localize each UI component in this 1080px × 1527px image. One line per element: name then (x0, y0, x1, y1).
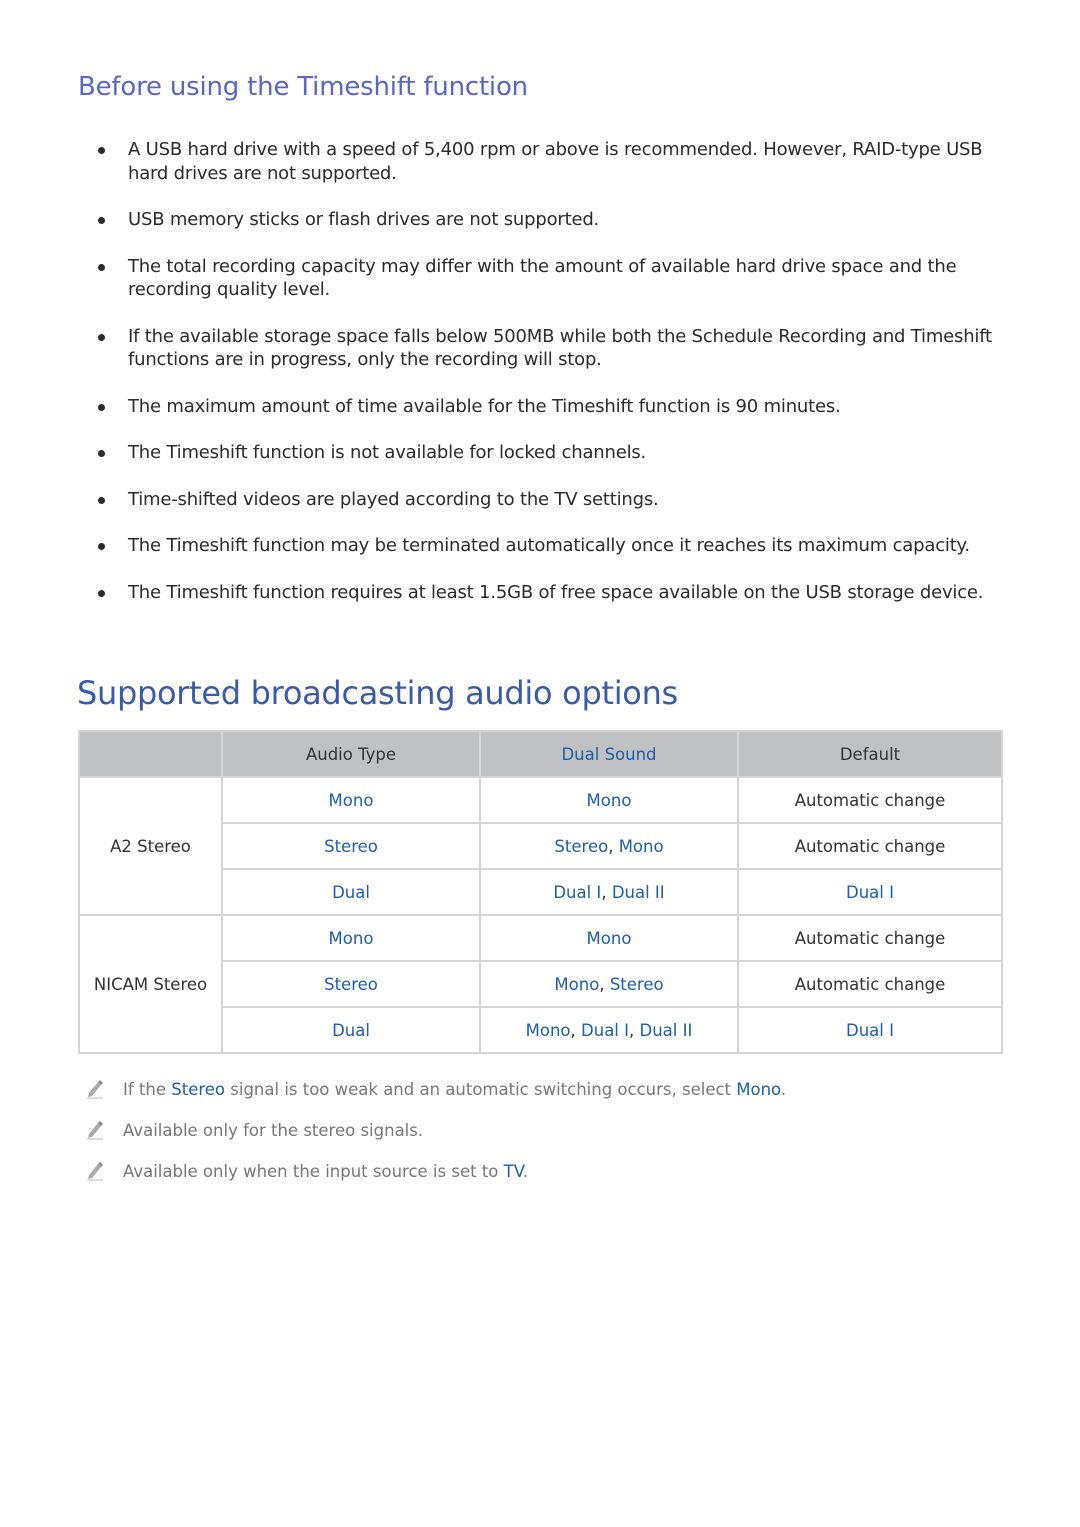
bullet-item: The Timeshift function may be terminated… (96, 534, 996, 558)
header-dual-sound: Dual Sound (479, 730, 739, 778)
dual-sound-value: Mono (586, 790, 632, 810)
note-text: . (780, 1080, 787, 1099)
dual-sound-cell: Dual I, Dual II (479, 868, 739, 916)
table-row: A2 Stereo Mono Mono Automatic change (78, 776, 1003, 916)
bullet-item: The maximum amount of time available for… (96, 395, 996, 419)
separator: , (629, 1020, 640, 1040)
separator: , (570, 1020, 582, 1040)
audio-type-cell: Mono (221, 776, 481, 824)
bullet-dot-icon (98, 403, 105, 411)
note-text: Available only when the input source is … (123, 1162, 504, 1181)
bullet-dot-icon (98, 543, 105, 550)
broadcast-type-cell: A2 Stereo (78, 776, 223, 916)
table-row: NICAM Stereo Mono Mono Automatic change (78, 914, 1003, 1054)
note-highlight: TV (503, 1162, 523, 1181)
bullet-dot-icon (98, 217, 105, 224)
note-text: signal is too weak and an automatic swit… (225, 1080, 737, 1099)
section-heading-timeshift: Before using the Timeshift function (78, 72, 528, 102)
dual-sound-cell: Mono (479, 914, 739, 962)
dual-sound-cell: Stereo, Mono (479, 822, 739, 870)
dual-sound-cell: Mono (479, 776, 739, 824)
pencil-note-icon (86, 1079, 104, 1099)
header-audio-type: Audio Type (221, 730, 481, 778)
dual-sound-value: Mono (618, 836, 664, 856)
bullet-text: The Timeshift function may be terminated… (128, 535, 970, 556)
dual-sound-value: Stereo (554, 836, 609, 856)
bullet-text: The Timeshift function is not available … (128, 442, 647, 463)
bullet-text: USB memory sticks or flash drives are no… (128, 209, 600, 230)
dual-sound-value: Stereo (609, 974, 664, 994)
bullet-dot-icon (98, 263, 105, 271)
separator: , (601, 882, 612, 902)
audio-type-cell: Stereo (221, 822, 481, 870)
bullet-item: If the available storage space falls bel… (96, 325, 996, 372)
bullet-text: Time-shifted videos are played according… (128, 488, 659, 510)
audio-type-cell: Mono (221, 914, 481, 962)
separator: , (608, 836, 619, 856)
bullet-item: Time-shifted videos are played according… (96, 488, 996, 512)
note-text: If the (123, 1080, 172, 1099)
bullet-text: If the available storage space falls bel… (128, 325, 992, 371)
pencil-note-icon (86, 1120, 104, 1140)
header-default: Default (737, 730, 1003, 778)
bullet-item: The total recording capacity may differ … (96, 255, 996, 302)
bullet-dot-icon (98, 450, 105, 457)
header-empty (78, 730, 223, 778)
bullet-dot-icon (98, 147, 105, 154)
bullet-text: A USB hard drive with a speed of 5,400 r… (128, 139, 983, 184)
dual-sound-cell: Mono, Dual I, Dual II (479, 1006, 739, 1054)
dual-sound-value: Dual II (639, 1020, 693, 1040)
notes-list: If the Stereo signal is too weak and an … (86, 1077, 786, 1200)
note-item: Available only for the stereo signals. (86, 1118, 786, 1159)
broadcast-type-cell: NICAM Stereo (78, 914, 223, 1054)
note-highlight: Mono (736, 1080, 781, 1099)
default-cell: Dual I (737, 868, 1003, 916)
default-cell: Automatic change (737, 822, 1003, 870)
dual-sound-value: Mono (586, 928, 632, 948)
bullet-text: The maximum amount of time available for… (128, 395, 841, 417)
audio-options-table: Audio Type Dual Sound Default A2 Stereo M… (78, 730, 1003, 1054)
dual-sound-value: Dual II (611, 882, 665, 902)
bullet-item: USB memory sticks or flash drives are no… (96, 208, 996, 232)
dual-sound-value: Mono (525, 1020, 571, 1040)
section-heading-audio-options: Supported broadcasting audio options (77, 674, 678, 712)
audio-type-cell: Stereo (221, 960, 481, 1008)
bullet-item: The Timeshift function is not available … (96, 441, 996, 465)
note-text: . (522, 1162, 529, 1181)
bullet-text: The total recording capacity may differ … (128, 255, 957, 301)
note-item: If the Stereo signal is too weak and an … (86, 1077, 786, 1118)
note-highlight: Stereo (171, 1080, 226, 1099)
note-text: Available only for the stereo signals. (123, 1121, 424, 1140)
audio-type-cell: Dual (221, 1006, 481, 1054)
default-cell: Automatic change (737, 960, 1003, 1008)
dual-sound-cell: Mono, Stereo (479, 960, 739, 1008)
default-cell: Automatic change (737, 776, 1003, 824)
default-cell: Automatic change (737, 914, 1003, 962)
pencil-note-icon (86, 1161, 104, 1181)
bullet-dot-icon (98, 496, 105, 504)
dual-sound-value: Dual I (553, 882, 602, 902)
bullet-text: The Timeshift function requires at least… (128, 581, 984, 603)
bullet-dot-icon (98, 589, 105, 597)
dual-sound-value: Dual I (581, 1020, 630, 1040)
bullet-item: A USB hard drive with a speed of 5,400 r… (96, 138, 996, 185)
bullet-item: The Timeshift function requires at least… (96, 581, 996, 605)
timeshift-bullet-list: A USB hard drive with a speed of 5,400 r… (96, 138, 996, 627)
dual-sound-value: Mono (554, 974, 600, 994)
table-header-row: Audio Type Dual Sound Default (78, 730, 1003, 778)
default-cell: Dual I (737, 1006, 1003, 1054)
audio-type-cell: Dual (221, 868, 481, 916)
bullet-dot-icon (98, 333, 105, 341)
separator: , (599, 974, 610, 994)
note-item: Available only when the input source is … (86, 1159, 786, 1200)
